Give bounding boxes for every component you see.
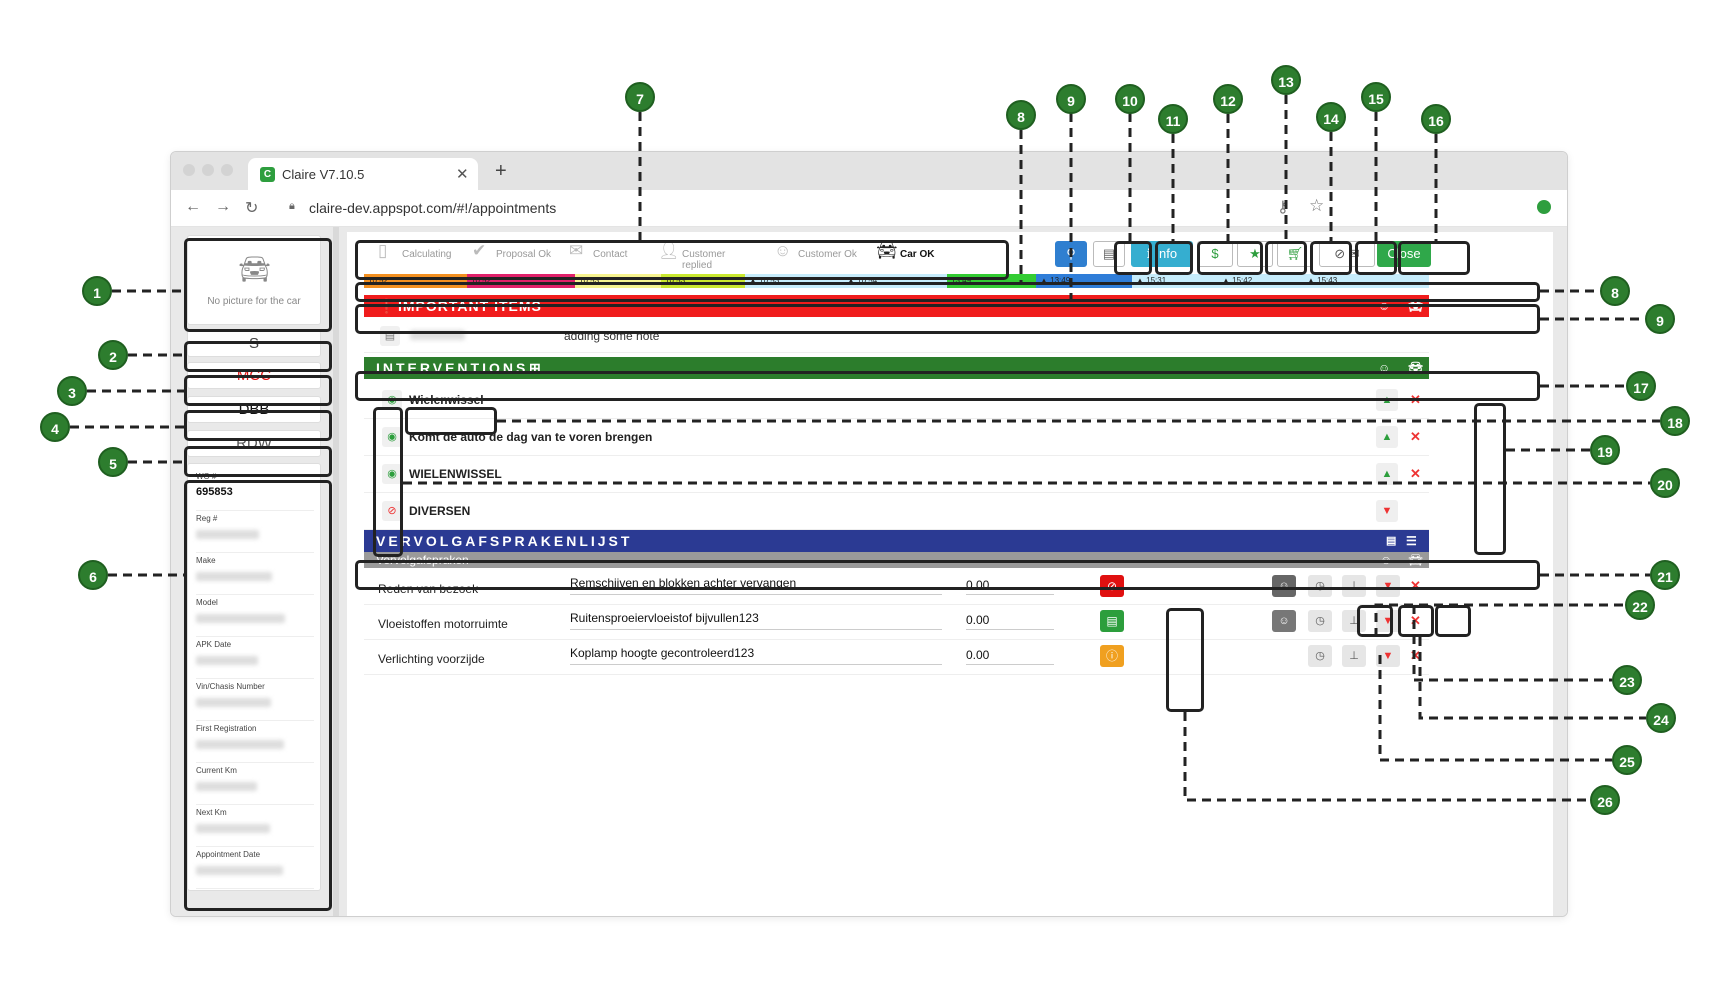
callout-19: 19 <box>1590 435 1620 465</box>
callout-14: 14 <box>1316 102 1346 132</box>
callout-13: 13 <box>1271 65 1301 95</box>
callout-4: 4 <box>40 412 70 442</box>
callout-24: 24 <box>1646 703 1676 733</box>
callout-9: 9 <box>1056 84 1086 114</box>
callout-16: 16 <box>1421 104 1451 134</box>
callout-12: 12 <box>1213 84 1243 114</box>
callout-20: 20 <box>1650 468 1680 498</box>
callout-23: 23 <box>1612 665 1642 695</box>
callout-7: 7 <box>625 82 655 112</box>
callout-21: 21 <box>1650 560 1680 590</box>
callout-22: 22 <box>1625 590 1655 620</box>
callout-9b: 9 <box>1645 304 1675 334</box>
callout-25: 25 <box>1612 745 1642 775</box>
callout-26: 26 <box>1590 785 1620 815</box>
callout-17: 17 <box>1626 371 1656 401</box>
callout-8: 8 <box>1006 100 1036 130</box>
callout-8b: 8 <box>1600 276 1630 306</box>
callout-18: 18 <box>1660 406 1690 436</box>
callout-1: 1 <box>82 276 112 306</box>
callout-3: 3 <box>57 376 87 406</box>
callout-11: 11 <box>1158 104 1188 134</box>
callout-lines <box>70 95 1660 802</box>
callout-2: 2 <box>98 340 128 370</box>
callout-10: 10 <box>1115 84 1145 114</box>
callout-6: 6 <box>78 560 108 590</box>
callout-15: 15 <box>1361 82 1391 112</box>
callout-5: 5 <box>98 447 128 477</box>
